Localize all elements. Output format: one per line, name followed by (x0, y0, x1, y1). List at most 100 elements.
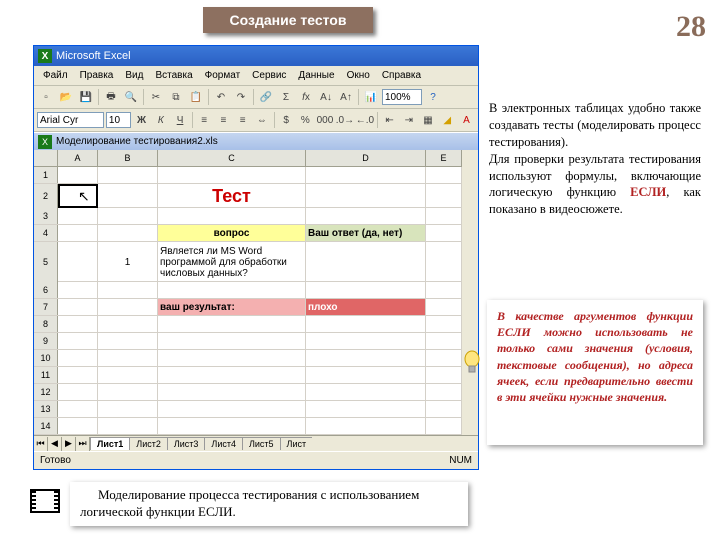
status-num: NUM (449, 455, 472, 466)
zoom-combo[interactable]: 100% (382, 89, 422, 105)
row-header[interactable]: 13 (34, 401, 58, 417)
copy-icon[interactable]: ⧉ (167, 88, 185, 106)
row-header[interactable]: 3 (34, 208, 58, 224)
status-ready: Готово (40, 455, 71, 466)
caption-box: Моделирование процесса тестирования с ис… (70, 482, 468, 526)
menu-window[interactable]: Окно (342, 68, 375, 83)
row-header[interactable]: 11 (34, 367, 58, 383)
cell-c7[interactable]: ваш результат: (158, 299, 306, 315)
align-right-icon[interactable]: ≡ (234, 111, 251, 129)
new-icon[interactable]: ▫ (37, 88, 55, 106)
underline-icon[interactable]: Ч (171, 111, 188, 129)
chart-icon[interactable]: 📊 (362, 88, 380, 106)
save-icon[interactable]: 💾 (77, 88, 95, 106)
tab-nav-next-icon[interactable]: ▶ (62, 437, 76, 451)
indent-inc-icon[interactable]: ⇥ (400, 111, 417, 129)
comma-icon[interactable]: 000 (316, 111, 334, 129)
col-header-a[interactable]: A (58, 150, 98, 166)
tip-box: В качестве аргументов функции ЕСЛИ можно… (487, 300, 703, 445)
fx-icon[interactable]: fx (297, 88, 315, 106)
print-icon[interactable]: 🖶 (102, 88, 120, 106)
horizontal-scrollbar[interactable] (312, 437, 478, 451)
cut-icon[interactable]: ✂ (147, 88, 165, 106)
menu-file[interactable]: Файл (38, 68, 73, 83)
col-header-c[interactable]: C (158, 150, 306, 166)
row-header[interactable]: 6 (34, 282, 58, 298)
sheet-tab-1[interactable]: Лист1 (90, 437, 130, 450)
menu-insert[interactable]: Вставка (150, 68, 197, 83)
vertical-scrollbar[interactable] (462, 150, 478, 435)
titlebar[interactable]: X Microsoft Excel (34, 46, 478, 66)
sheet-tab-6[interactable]: Лист (280, 437, 314, 450)
body-p1: В электронных таблицах удобно также созд… (489, 101, 701, 149)
row-header[interactable]: 1 (34, 167, 58, 183)
row-header[interactable]: 5 (34, 242, 58, 282)
col-header-d[interactable]: D (306, 150, 426, 166)
row-header[interactable]: 4 (34, 225, 58, 241)
sheet-grid[interactable]: A B C D E 1 2↖ Тест 3 4 вопросВаш ответ (д… (34, 150, 462, 435)
col-header-b[interactable]: B (98, 150, 158, 166)
sum-icon[interactable]: Σ (277, 88, 295, 106)
dec-decimal-icon[interactable]: ←.0 (356, 111, 374, 129)
row-header[interactable]: 7 (34, 299, 58, 315)
align-left-icon[interactable]: ≡ (196, 111, 213, 129)
menu-edit[interactable]: Правка (75, 68, 119, 83)
row-header[interactable]: 14 (34, 418, 58, 434)
font-size-combo[interactable]: 10 (106, 112, 131, 128)
menubar: Файл Правка Вид Вставка Формат Сервис Да… (34, 66, 478, 86)
cell-c5[interactable]: Является ли MS Word программой для обраб… (158, 242, 306, 282)
tab-nav-last-icon[interactable]: ⏭ (76, 437, 90, 451)
font-color-icon[interactable]: A (458, 111, 475, 129)
open-icon[interactable]: 📂 (57, 88, 75, 106)
row-header[interactable]: 9 (34, 333, 58, 349)
select-all-corner[interactable] (34, 150, 58, 166)
workbook-titlebar: X Моделирование тестирования2.xls (34, 132, 478, 150)
sheet-tab-3[interactable]: Лист3 (167, 437, 206, 450)
sheet-tab-2[interactable]: Лист2 (129, 437, 168, 450)
row-header[interactable]: 2 (34, 184, 58, 208)
row-header[interactable]: 12 (34, 384, 58, 400)
bold-icon[interactable]: Ж (133, 111, 150, 129)
cell-a2-selected[interactable]: ↖ (58, 184, 98, 208)
menu-data[interactable]: Данные (293, 68, 339, 83)
body-keyword: ЕСЛИ (630, 185, 666, 199)
row-header[interactable]: 10 (34, 350, 58, 366)
fill-color-icon[interactable]: ◢ (439, 111, 456, 129)
menu-help[interactable]: Справка (377, 68, 426, 83)
merge-icon[interactable]: ⇔ (253, 111, 270, 129)
cell-c4[interactable]: вопрос (158, 225, 306, 241)
undo-icon[interactable]: ↶ (212, 88, 230, 106)
cell-b5[interactable]: 1 (98, 242, 158, 282)
sheet-tab-5[interactable]: Лист5 (242, 437, 281, 450)
menu-tools[interactable]: Сервис (247, 68, 291, 83)
link-icon[interactable]: 🔗 (257, 88, 275, 106)
sheet-tab-4[interactable]: Лист4 (204, 437, 243, 450)
font-name-combo[interactable]: Arial Cyr (37, 112, 104, 128)
tab-nav-first-icon[interactable]: ⏮ (34, 437, 48, 451)
col-header-e[interactable]: E (426, 150, 462, 166)
cell-d4[interactable]: Ваш ответ (да, нет) (306, 225, 426, 241)
page-number: 28 (676, 10, 706, 44)
percent-icon[interactable]: % (297, 111, 314, 129)
menu-format[interactable]: Формат (200, 68, 246, 83)
italic-icon[interactable]: К (152, 111, 169, 129)
paste-icon[interactable]: 📋 (187, 88, 205, 106)
cells-area[interactable]: 1 2↖Тест 3 4вопросВаш ответ (да, нет) 51… (34, 167, 462, 435)
currency-icon[interactable]: $ (277, 111, 294, 129)
borders-icon[interactable]: ▦ (419, 111, 436, 129)
caption-text: Моделирование процесса тестирования с ис… (80, 487, 458, 521)
redo-icon[interactable]: ↷ (232, 88, 250, 106)
help-icon[interactable]: ? (424, 88, 442, 106)
cell-d7[interactable]: плохо (306, 299, 426, 315)
menu-view[interactable]: Вид (120, 68, 148, 83)
row-header[interactable]: 8 (34, 316, 58, 332)
workbook-title: Моделирование тестирования2.xls (56, 136, 218, 147)
cell-c2[interactable]: Тест (158, 184, 306, 208)
align-center-icon[interactable]: ≡ (215, 111, 232, 129)
indent-dec-icon[interactable]: ⇤ (381, 111, 398, 129)
inc-decimal-icon[interactable]: .0→ (336, 111, 354, 129)
tab-nav-prev-icon[interactable]: ◀ (48, 437, 62, 451)
sort-asc-icon[interactable]: A↓ (317, 88, 335, 106)
preview-icon[interactable]: 🔍 (122, 88, 140, 106)
sort-desc-icon[interactable]: A↑ (337, 88, 355, 106)
